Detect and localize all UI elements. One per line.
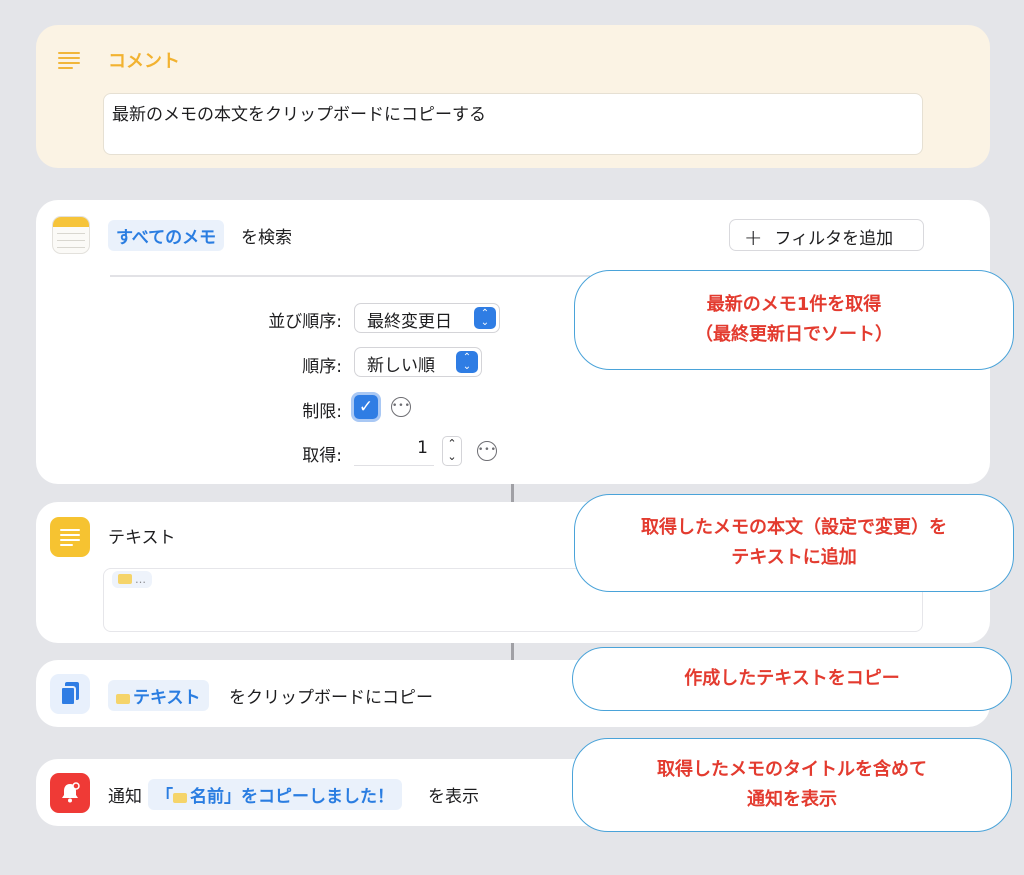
copy-clipboard-icon	[50, 674, 90, 714]
copy-suffix: をクリップボードにコピー	[229, 688, 433, 708]
comment-title: コメント	[108, 51, 180, 72]
order-select[interactable]: 新しい順 ⌃ ⌄	[354, 347, 482, 377]
plus-icon: +	[744, 226, 763, 251]
limit-label: 制限:	[302, 402, 342, 422]
get-count-field[interactable]: 1	[354, 434, 434, 466]
add-filter-button[interactable]: + フィルタを追加	[729, 219, 924, 251]
text-icon	[50, 517, 90, 557]
notify-suffix: を表示	[428, 787, 479, 807]
comment-text-field[interactable]: 最新のメモの本文をクリップボードにコピーする	[103, 93, 923, 155]
divider	[110, 275, 590, 277]
connector-line	[511, 484, 514, 502]
note-icon	[173, 793, 187, 803]
chevron-updown-icon: ⌃ ⌄	[474, 307, 496, 329]
text-action-title: テキスト	[108, 528, 176, 548]
limit-checkbox[interactable]: ✓	[354, 395, 378, 419]
notify-message-token[interactable]: 「名前」をコピーしました！	[148, 779, 402, 810]
text-variable-token[interactable]: テキスト	[108, 680, 209, 711]
comment-icon	[58, 52, 80, 70]
order-label: 順序:	[302, 357, 342, 377]
sort-select[interactable]: 最終変更日 ⌃ ⌄	[354, 303, 500, 333]
note-variable-chip[interactable]: …	[112, 571, 152, 588]
callout-get-latest: 最新のメモ1件を取得 （最終更新日でソート）	[574, 270, 1014, 370]
callout-copy-text: 作成したテキストをコピー	[572, 647, 1012, 711]
all-notes-token[interactable]: すべてのメモ	[108, 220, 225, 251]
sort-label: 並び順序:	[268, 312, 342, 332]
get-label: 取得:	[302, 446, 342, 466]
note-icon	[118, 574, 132, 584]
notes-app-icon	[53, 217, 89, 253]
comment-card: コメント 最新のメモの本文をクリップボードにコピーする	[36, 25, 990, 168]
more-icon[interactable]: •••	[391, 397, 411, 417]
callout-notify: 取得したメモのタイトルを含めて 通知を表示	[572, 738, 1012, 832]
find-suffix: を検索	[241, 228, 292, 248]
callout-add-body: 取得したメモの本文（設定で変更）を テキストに追加	[574, 494, 1014, 592]
chevron-updown-icon: ⌃ ⌄	[456, 351, 478, 373]
notification-bell-icon	[50, 773, 90, 813]
count-stepper[interactable]: ⌃ ⌄	[442, 436, 462, 466]
connector-line	[511, 643, 514, 660]
notify-prefix: 通知	[108, 787, 142, 807]
text-icon	[116, 694, 130, 704]
more-icon[interactable]: •••	[477, 441, 497, 461]
